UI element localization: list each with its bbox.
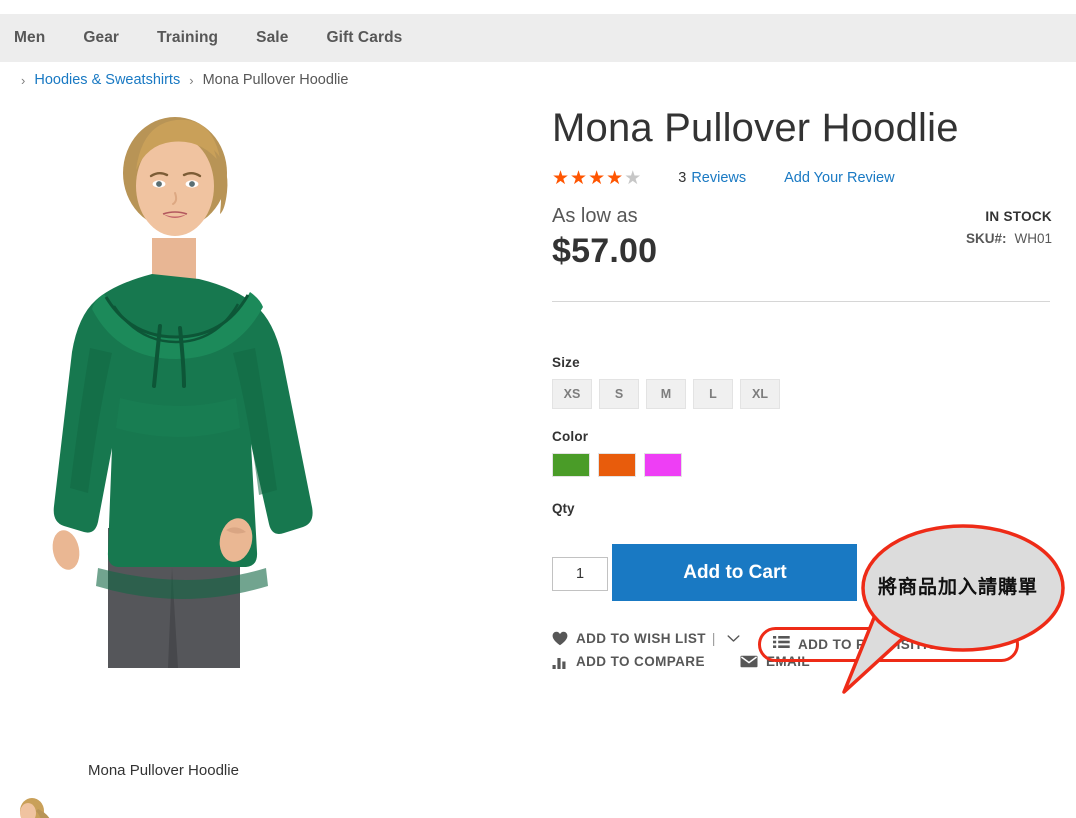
product-gallery: Mona Pullover Hoodlie [0, 98, 540, 818]
breadcrumb-separator-icon: › [21, 72, 26, 88]
sku-row: SKU#: WH01 [966, 231, 1052, 246]
reviews-count: 3 [678, 170, 687, 186]
breadcrumb-item-category[interactable]: Hoodies & Sweatshirts [34, 72, 180, 88]
nav-item-gear[interactable]: Gear [83, 29, 119, 47]
reviews-label: Reviews [691, 170, 747, 186]
add-to-cart-button[interactable]: Add to Cart [612, 544, 858, 601]
breadcrumb-item-current: Mona Pullover Hoodlie [202, 72, 349, 88]
page-top-spacer [0, 0, 1076, 14]
star-empty-5: ★ [624, 167, 643, 189]
gallery-thumbnail-1[interactable] [2, 795, 70, 818]
add-to-wish-list-label: ADD TO WISH LIST [576, 631, 706, 646]
size-swatch-s[interactable]: S [599, 379, 639, 409]
chevron-down-icon-wishlist[interactable] [727, 634, 740, 643]
add-your-review-link[interactable]: Add Your Review [784, 170, 894, 186]
size-swatch-xl[interactable]: XL [740, 379, 780, 409]
page-title: Mona Pullover Hoodlie [552, 106, 959, 150]
size-label: Size [552, 355, 580, 370]
rating-row: ★★★★★ 3 Reviews Add Your Review [552, 167, 1052, 189]
sku-label: SKU#: [965, 231, 1007, 246]
nav-item-gift-cards[interactable]: Gift Cards [326, 29, 402, 47]
size-swatch-xs[interactable]: XS [552, 379, 592, 409]
annotation-callout: 將商品加入請購單 [840, 500, 1076, 700]
breadcrumb-separator-icon-2: › [189, 72, 194, 88]
star-filled-4: ★ [606, 167, 625, 189]
reviews-link[interactable]: 3 Reviews [678, 170, 746, 186]
size-swatch-group: XS S M L XL [552, 379, 1052, 409]
wish-list-separator: | [711, 631, 716, 646]
rating-stars[interactable]: ★★★★★ [552, 169, 642, 188]
envelope-icon [740, 655, 758, 668]
heart-icon [552, 631, 568, 646]
nav-item-training[interactable]: Training [157, 29, 218, 47]
star-filled-2: ★ [570, 167, 589, 189]
size-swatch-m[interactable]: M [646, 379, 686, 409]
quantity-input[interactable] [552, 556, 608, 591]
add-to-compare-link[interactable]: ADD TO COMPARE [552, 654, 705, 669]
add-to-compare-label: ADD TO COMPARE [576, 654, 705, 669]
section-divider [552, 301, 1050, 302]
color-swatch-group [552, 453, 1052, 477]
status-badge: IN STOCK [985, 209, 1052, 224]
size-swatch-l[interactable]: L [693, 379, 733, 409]
annotation-callout-text: 將商品加入請購單 [877, 576, 1038, 598]
color-swatch-magenta[interactable] [644, 453, 682, 477]
list-icon [773, 635, 790, 654]
nav-item-sale[interactable]: Sale [256, 29, 288, 47]
sku-value: WH01 [1014, 231, 1052, 246]
product-main-image[interactable] [0, 98, 350, 668]
product-page: Men Gear Training Sale Gift Cards › Hood… [0, 0, 1076, 818]
image-caption-tooltip: Mona Pullover Hoodlie [76, 758, 251, 784]
price-block: As low as $57.00 IN STOCK SKU#: WH01 [552, 205, 1052, 271]
stock-and-sku: IN STOCK SKU#: WH01 [966, 209, 1052, 246]
nav-item-men[interactable]: Men [14, 29, 45, 47]
color-swatch-orange[interactable] [598, 453, 636, 477]
star-filled-1: ★ [552, 167, 571, 189]
breadcrumb: › Hoodies & Sweatshirts › Mona Pullover … [0, 62, 1076, 98]
add-to-wish-list-link[interactable]: ADD TO WISH LIST | [552, 631, 740, 646]
bar-chart-icon [552, 655, 568, 669]
star-filled-3: ★ [588, 167, 607, 189]
color-label: Color [552, 429, 589, 444]
color-swatch-green[interactable] [552, 453, 590, 477]
main-navigation: Men Gear Training Sale Gift Cards [0, 14, 1076, 62]
